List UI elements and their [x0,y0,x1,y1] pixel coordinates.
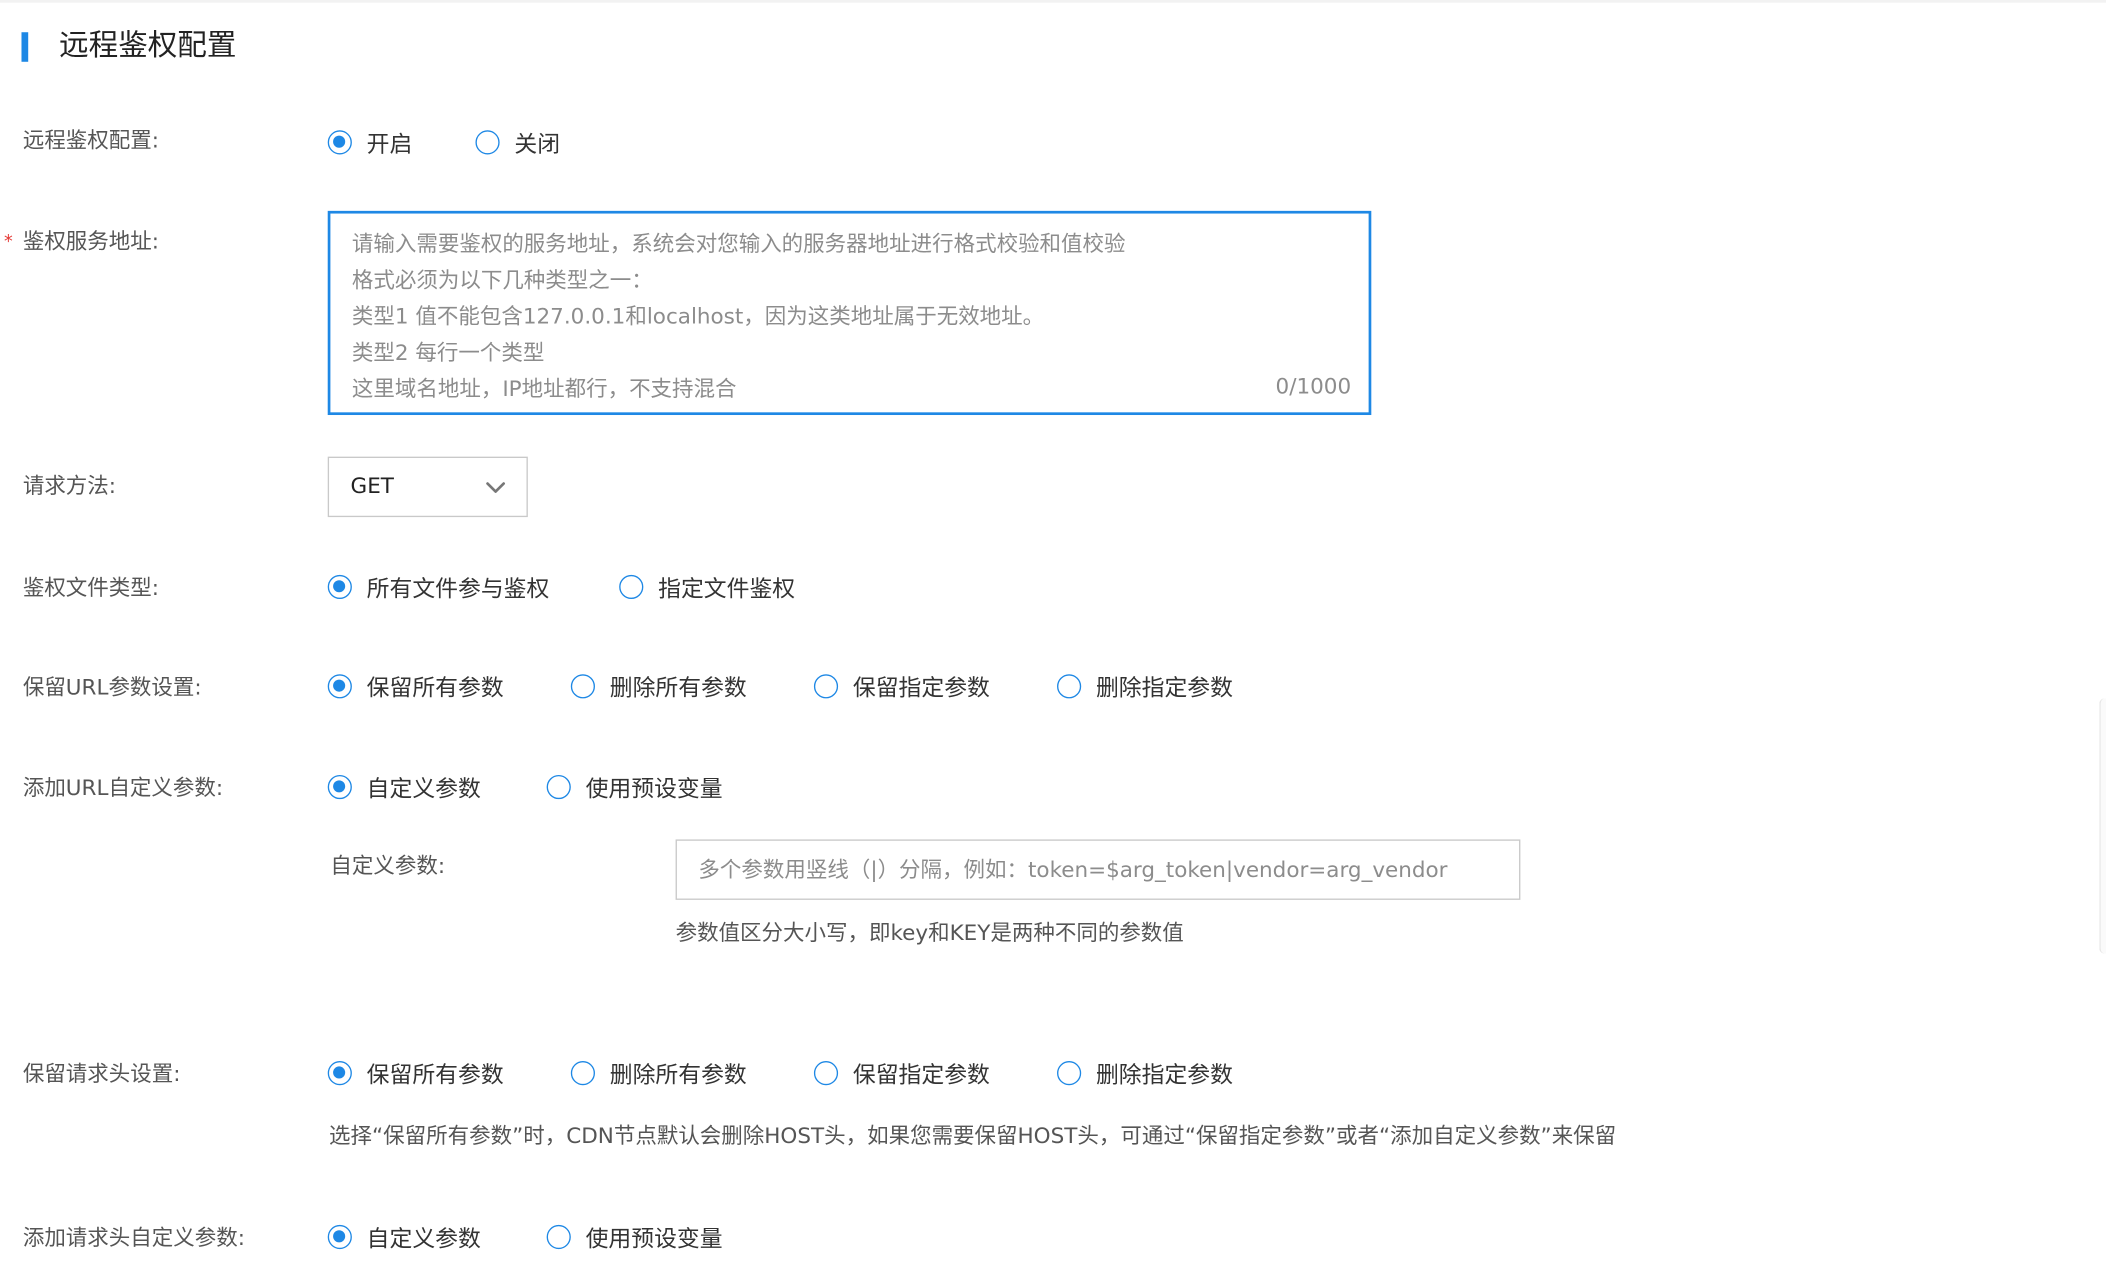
custom-params-input[interactable] [676,840,1520,899]
header-keep-specified-label: 保留指定参数 [852,1062,990,1090]
service-address-label: 鉴权服务地址: [22,228,160,254]
file-type-specified-radio[interactable]: 指定文件鉴权 [619,571,795,603]
top-divider [0,0,2106,3]
radio-unchecked-icon [546,1224,571,1250]
radio-unchecked-icon [475,130,500,155]
service-address-textarea[interactable]: 请输入需要鉴权的服务地址，系统会对您输入的服务器地址进行格式校验和值校验 格式必… [327,210,1372,416]
header-preset-var-label: 使用预设变量 [585,1226,723,1254]
header-params-label: 保留请求头设置: [22,1061,181,1087]
header-keep-all-label: 保留所有参数 [366,1062,504,1090]
url-custom-params-radio[interactable]: 自定义参数 [327,771,481,804]
custom-params-field[interactable] [675,839,1521,900]
header-delete-all-label: 删除所有参数 [609,1062,747,1090]
request-method-select[interactable]: GET [327,456,528,518]
url-keep-specified-radio[interactable]: 保留指定参数 [813,670,990,703]
header-keep-specified-radio[interactable]: 保留指定参数 [813,1057,990,1090]
url-custom-label: 添加URL自定义参数: [22,774,224,801]
file-type-all-radio[interactable]: 所有文件参与鉴权 [327,571,550,604]
custom-params-sublabel: 自定义参数: [330,852,446,879]
section-accent-bar [21,32,29,62]
url-keep-all-label: 保留所有参数 [366,675,504,703]
header-delete-all-radio[interactable]: 删除所有参数 [570,1057,747,1090]
file-type-specified-label: 指定文件鉴权 [658,576,796,604]
remote-auth-on-label: 开启 [366,131,413,159]
radio-unchecked-icon [546,774,571,800]
url-delete-specified-radio[interactable]: 删除指定参数 [1057,670,1233,702]
radio-unchecked-icon [1057,1061,1082,1086]
url-custom-params-label: 自定义参数 [366,776,481,804]
remote-auth-on-radio[interactable]: 开启 [327,126,413,159]
url-keep-specified-label: 保留指定参数 [852,675,990,703]
radio-checked-icon [327,674,352,699]
required-asterisk: * [4,232,13,253]
custom-params-hint: 参数值区分大小写，即key和KEY是两种不同的参数值 [675,920,1184,946]
service-address-placeholder: 请输入需要鉴权的服务地址，系统会对您输入的服务器地址进行格式校验和值校验 格式必… [351,231,1126,402]
header-custom-params-label: 自定义参数 [366,1226,481,1254]
header-params-hint: 选择“保留所有参数”时，CDN节点默认会删除HOST头，如果您需要保留HOST头… [329,1122,1617,1149]
radio-checked-icon [327,130,352,155]
header-keep-all-radio[interactable]: 保留所有参数 [327,1057,504,1090]
file-type-label: 鉴权文件类型: [22,574,160,601]
header-preset-var-radio[interactable]: 使用预设变量 [546,1221,723,1254]
request-method-label: 请求方法: [22,472,117,499]
url-delete-all-label: 删除所有参数 [609,675,747,703]
radio-checked-icon [327,574,352,600]
radio-checked-icon [327,1061,352,1086]
scrollbar-edge[interactable] [2099,698,2106,954]
radio-unchecked-icon [1057,674,1082,699]
form-stage: 远程鉴权配置 远程鉴权配置: 开启 关闭 * 鉴权服务地址: 请输入需要鉴权的服… [0,0,2106,1268]
remote-auth-off-label: 关闭 [514,131,561,159]
radio-unchecked-icon [570,674,595,699]
section-title: 远程鉴权配置 [59,29,237,64]
header-custom-params-radio[interactable]: 自定义参数 [327,1221,481,1254]
remote-auth-label: 远程鉴权配置: [22,127,160,154]
url-params-label: 保留URL参数设置: [22,674,202,700]
url-delete-all-radio[interactable]: 删除所有参数 [570,670,747,703]
radio-unchecked-icon [813,1061,839,1086]
request-method-value: GET [350,472,394,499]
char-counter: 0/1000 [1275,373,1352,399]
file-type-all-label: 所有文件参与鉴权 [366,576,550,604]
header-delete-specified-label: 删除指定参数 [1095,1062,1233,1090]
chevron-down-icon [486,482,506,493]
url-preset-var-label: 使用预设变量 [585,776,723,804]
radio-unchecked-icon [813,674,839,699]
url-keep-all-radio[interactable]: 保留所有参数 [327,670,504,703]
radio-checked-icon [327,774,352,800]
header-delete-specified-radio[interactable]: 删除指定参数 [1057,1057,1233,1089]
radio-unchecked-icon [619,574,644,600]
header-custom-label: 添加请求头自定义参数: [22,1224,245,1251]
url-preset-var-radio[interactable]: 使用预设变量 [546,771,723,804]
radio-unchecked-icon [570,1061,595,1086]
url-delete-specified-label: 删除指定参数 [1095,675,1233,703]
radio-checked-icon [327,1224,352,1250]
remote-auth-off-radio[interactable]: 关闭 [475,126,560,158]
